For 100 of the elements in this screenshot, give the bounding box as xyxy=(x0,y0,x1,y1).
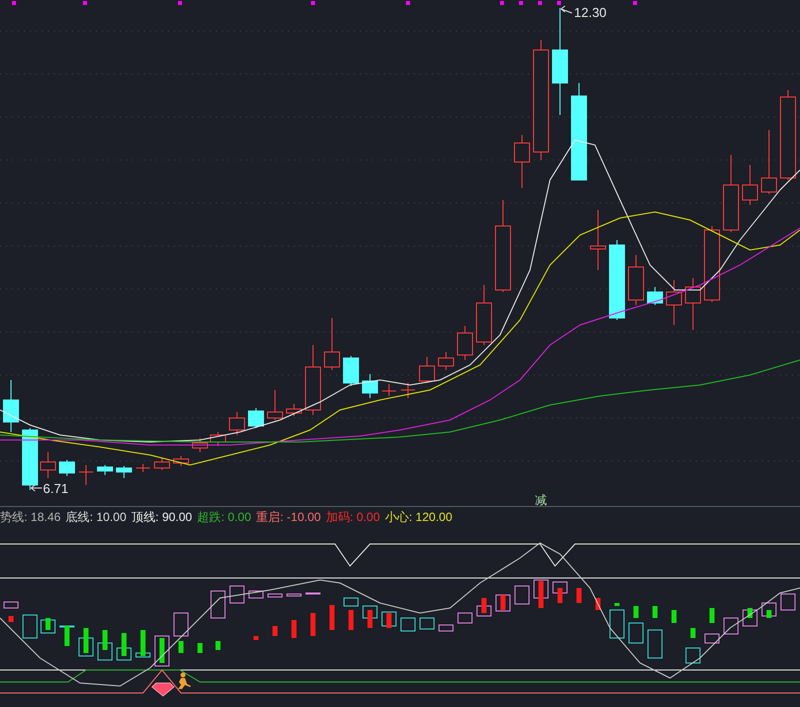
indicator-bar xyxy=(64,626,70,646)
indicator-box xyxy=(400,618,416,632)
indicator-bar xyxy=(558,588,562,603)
indicator-legend-item: 顶线: 90.00 xyxy=(131,509,192,526)
indicator-box xyxy=(362,606,378,618)
candlestick xyxy=(97,464,113,476)
signal-marker xyxy=(519,1,523,5)
indicator-bar xyxy=(386,613,392,628)
indicator-bar xyxy=(634,606,638,618)
indicator-box xyxy=(116,648,132,660)
indicator-box xyxy=(686,648,700,664)
candlestick xyxy=(742,164,758,206)
indicator-bar xyxy=(254,636,258,640)
indicator-box xyxy=(648,630,662,658)
candlestick xyxy=(685,278,701,330)
indicator-box xyxy=(610,610,624,638)
candlestick xyxy=(116,466,132,478)
candlestick xyxy=(628,254,644,306)
indicator-box xyxy=(98,642,112,660)
indicator-bar xyxy=(140,630,146,656)
signal-marker xyxy=(538,1,542,5)
candlestick xyxy=(59,460,75,476)
indicator-box xyxy=(762,602,776,616)
indicator-bar xyxy=(292,620,296,638)
indicator-box xyxy=(174,612,188,636)
indicator-box xyxy=(344,598,358,606)
indicator-bar xyxy=(8,616,14,622)
indicator-bar xyxy=(46,618,50,630)
indicator-legend-item: 超跌: 0.00 xyxy=(197,509,252,526)
candlestick xyxy=(248,408,264,428)
indicator-box xyxy=(60,626,74,628)
indicator-legend-item: 重启: -10.00 xyxy=(256,509,321,526)
signal-marker xyxy=(500,1,504,5)
indicator-box xyxy=(40,620,56,634)
candlestick xyxy=(590,210,606,270)
indicator-box xyxy=(420,618,434,630)
candlestick xyxy=(476,284,492,346)
indicator-box xyxy=(742,610,758,626)
indicator-bar xyxy=(710,608,714,623)
candlestick xyxy=(362,374,378,398)
signal-marker xyxy=(178,1,182,5)
signal-marker xyxy=(633,1,637,5)
indicator-box xyxy=(210,590,226,618)
indicator-bar xyxy=(672,610,676,623)
indicator-box xyxy=(458,612,472,624)
indicator-bar xyxy=(216,641,220,650)
candlestick xyxy=(514,134,530,188)
indicator-bar xyxy=(748,608,752,618)
candlestick xyxy=(419,356,435,384)
indicator-box xyxy=(4,602,18,608)
candlestick xyxy=(761,130,777,194)
indicator-box xyxy=(22,614,38,638)
indicator-bar xyxy=(766,610,772,618)
candlestick xyxy=(229,412,245,436)
candlestick xyxy=(647,286,663,306)
indicator-bar xyxy=(272,626,278,636)
indicator-box xyxy=(78,638,94,656)
indicator-legend-item: 势线: 18.46 xyxy=(0,509,61,526)
candlestick xyxy=(136,464,150,472)
indicator-legend-item: 小心: 120.00 xyxy=(384,509,452,526)
candlestick xyxy=(286,404,302,416)
indicator-box xyxy=(230,586,244,604)
signal-marker xyxy=(311,1,315,5)
indicator-box xyxy=(438,624,454,632)
indicator-bar xyxy=(596,598,600,610)
indicator-box xyxy=(724,618,738,634)
indicator-bar xyxy=(652,606,658,618)
indicator-bar xyxy=(198,643,202,653)
indicator-box xyxy=(476,606,492,616)
candlestick xyxy=(192,438,208,452)
indicator-bar xyxy=(178,641,184,653)
indicator-bar xyxy=(576,588,582,603)
candlestick xyxy=(457,326,473,360)
indicator-box xyxy=(534,580,548,598)
indicator-box xyxy=(268,594,282,598)
indicator-bar xyxy=(330,605,334,630)
indicator-bar xyxy=(348,610,354,630)
indicator-bar xyxy=(538,581,544,608)
candlestick xyxy=(210,432,226,446)
indicator-bar xyxy=(160,638,164,663)
candlestick xyxy=(267,390,283,420)
indicator-bar xyxy=(690,628,696,638)
arrow-icon xyxy=(560,6,572,14)
signal-marker xyxy=(406,1,410,5)
indicator-box xyxy=(704,634,720,644)
indicator-box xyxy=(780,594,796,610)
candlestick xyxy=(343,356,359,386)
low-price-label: 6.71 xyxy=(43,481,68,496)
gem-icon xyxy=(151,682,175,697)
candlestick xyxy=(400,382,416,398)
high-price-label: 12.30 xyxy=(574,5,607,20)
signal-marker xyxy=(12,1,16,5)
indicator-box xyxy=(496,594,510,612)
candlestick xyxy=(438,352,454,370)
candlestick xyxy=(154,458,170,470)
indicator-bar xyxy=(122,633,126,656)
indicator-legend-item: 底线: 10.00 xyxy=(66,509,126,526)
indicator-bar xyxy=(482,598,486,613)
candlestick xyxy=(173,456,189,466)
arrow-icon xyxy=(30,484,42,492)
